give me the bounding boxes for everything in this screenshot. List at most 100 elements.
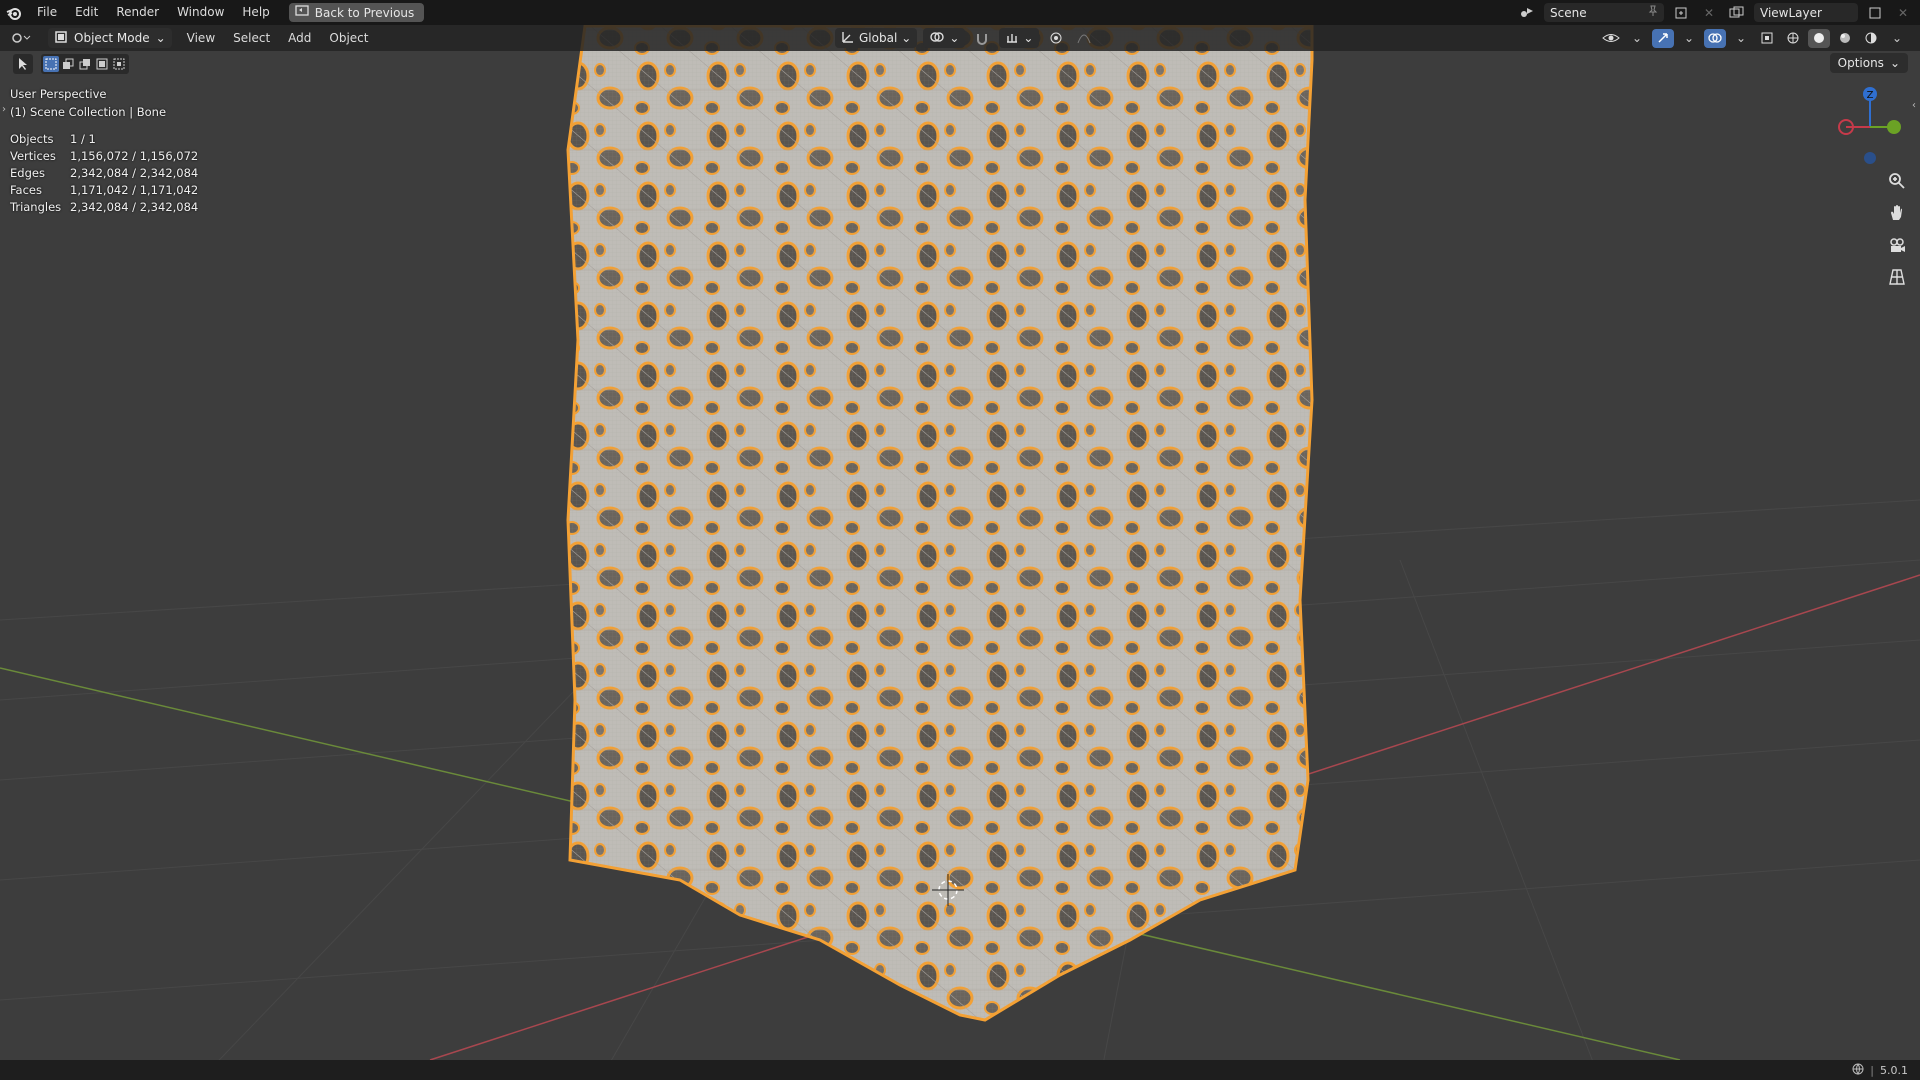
scene-icon[interactable] [1516, 3, 1538, 22]
select-invert-icon[interactable] [94, 56, 110, 72]
options-label: Options [1837, 56, 1884, 70]
object-mode-label: Object Mode [74, 31, 150, 45]
object-mode-icon [54, 30, 68, 47]
editor-type-icon[interactable] [10, 28, 32, 47]
object-mode-dropdown[interactable]: Object Mode ⌄ [48, 28, 172, 48]
snap-increment-icon [1005, 30, 1019, 47]
new-scene-icon[interactable] [1670, 3, 1692, 22]
chevron-down-icon[interactable]: ⌄ [1678, 29, 1700, 48]
material-shading-icon[interactable] [1834, 29, 1856, 48]
pivot-icon [929, 30, 945, 47]
select-tool-icon[interactable] [13, 54, 33, 74]
chevron-down-icon: ⌄ [901, 31, 912, 45]
back-to-previous-button[interactable]: Back to Previous [288, 3, 425, 22]
menu-edit[interactable]: Edit [66, 0, 107, 25]
transform-tools: Global ⌄ ⌄ ⌄ [835, 27, 1095, 49]
menu-render[interactable]: Render [107, 0, 168, 25]
viewport-3d[interactable] [0, 0, 1920, 1080]
snap-target-dropdown[interactable]: ⌄ [999, 28, 1040, 48]
orientation-icon [841, 30, 855, 47]
menu-help[interactable]: Help [233, 0, 278, 25]
menu-add[interactable]: Add [279, 25, 320, 51]
toolbar-expand-icon[interactable]: › [2, 104, 6, 115]
y-axis-handle [1887, 120, 1901, 134]
top-bar: File Edit Render Window Help Back to Pre… [0, 0, 1920, 25]
zoom-icon[interactable] [1884, 168, 1910, 194]
overlays-toggle-icon[interactable] [1704, 28, 1726, 48]
pan-hand-icon[interactable] [1884, 200, 1910, 226]
menu-select[interactable]: Select [224, 25, 279, 51]
select-new-icon[interactable] [43, 56, 59, 72]
scene-selector[interactable]: Scene [1544, 3, 1664, 22]
xray-toggle-icon[interactable] [1756, 29, 1778, 48]
select-subtract-icon[interactable] [77, 56, 93, 72]
transform-orientation-dropdown[interactable]: Global ⌄ [835, 28, 918, 48]
tool-settings [13, 53, 129, 75]
camera-view-icon[interactable] [1884, 232, 1910, 258]
chevron-down-icon[interactable]: ⌄ [1886, 29, 1908, 48]
view-layer-name: ViewLayer [1760, 5, 1822, 20]
stat-row: Triangles 2,342,084 / 2,342,084 [10, 199, 198, 216]
new-view-layer-icon[interactable] [1864, 3, 1886, 22]
wireframe-shading-icon[interactable] [1782, 29, 1804, 48]
stat-value: 1,156,072 / 1,156,072 [70, 149, 199, 163]
chevron-down-icon: ⌄ [155, 31, 166, 45]
stat-label: Faces [10, 183, 42, 197]
perspective-toggle-icon[interactable] [1884, 264, 1910, 290]
z-axis-label: Z [1867, 90, 1874, 101]
version-label: 5.0.1 [1880, 1064, 1908, 1077]
stat-row: Objects 1 / 1 [10, 131, 198, 148]
stat-row: Vertices 1,156,072 / 1,156,072 [10, 148, 198, 165]
viewport-shading-tools: ⌄ ⌄ ⌄ ⌄ [1600, 27, 1908, 49]
view-layer-icon[interactable] [1726, 3, 1748, 22]
selection-mode-group [41, 54, 129, 74]
delete-scene-icon[interactable]: ✕ [1698, 3, 1720, 22]
neg-z-axis-handle [1864, 152, 1876, 164]
proportional-editing-icon[interactable] [1045, 29, 1067, 48]
gizmo-toggle-icon[interactable] [1652, 28, 1674, 48]
menu-file[interactable]: File [28, 0, 66, 25]
viewport-menu: View Select Add Object [178, 25, 378, 51]
chevron-down-icon[interactable]: ⌄ [1730, 29, 1752, 48]
select-extend-icon[interactable] [60, 56, 76, 72]
menu-view[interactable]: View [178, 25, 224, 51]
menu-window[interactable]: Window [168, 0, 233, 25]
chevron-down-icon: ⌄ [1889, 56, 1900, 70]
pin-icon[interactable] [1648, 5, 1658, 20]
chevron-down-icon: ⌄ [949, 31, 960, 45]
stat-label: Triangles [10, 200, 62, 214]
screen-icon [295, 5, 309, 20]
stat-row: Faces 1,171,042 / 1,171,042 [10, 182, 198, 199]
back-to-previous-label: Back to Previous [314, 5, 415, 20]
snap-toggle-icon[interactable] [971, 29, 993, 48]
solid-shading-icon[interactable] [1808, 28, 1830, 48]
stat-value: 1,171,042 / 1,171,042 [70, 183, 199, 197]
navigation-gizmo[interactable]: Z [1830, 83, 1910, 173]
stat-label: Objects [10, 132, 54, 146]
delete-view-layer-icon[interactable]: ✕ [1892, 3, 1914, 22]
viewport-navigation [1884, 168, 1910, 290]
network-icon [1852, 1063, 1864, 1078]
stat-value: 1 / 1 [70, 132, 96, 146]
stat-value: 2,342,084 / 2,342,084 [70, 166, 199, 180]
viewport-info: User Perspective (1) Scene Collection | … [10, 85, 166, 121]
status-bar: | 5.0.1 [0, 1060, 1920, 1080]
stat-value: 2,342,084 / 2,342,084 [70, 200, 199, 214]
options-dropdown[interactable]: Options ⌄ [1829, 53, 1908, 73]
blender-logo-icon[interactable] [0, 0, 28, 25]
rendered-shading-icon[interactable] [1860, 29, 1882, 48]
transform-orientation-label: Global [859, 31, 898, 45]
menu-object[interactable]: Object [320, 25, 377, 51]
visibility-icon[interactable] [1600, 29, 1622, 48]
pivot-point-dropdown[interactable]: ⌄ [923, 28, 966, 48]
sidebar-expand-icon[interactable]: ‹ [1912, 100, 1916, 111]
scene-name: Scene [1550, 5, 1587, 20]
separator: | [1870, 1064, 1874, 1077]
stat-label: Edges [10, 166, 45, 180]
view-layer-selector[interactable]: ViewLayer [1754, 3, 1858, 22]
chevron-down-icon[interactable]: ⌄ [1626, 29, 1648, 48]
falloff-icon[interactable] [1073, 29, 1095, 48]
select-intersect-icon[interactable] [111, 56, 127, 72]
stat-label: Vertices [10, 149, 56, 163]
collection-label: (1) Scene Collection | Bone [10, 105, 167, 119]
